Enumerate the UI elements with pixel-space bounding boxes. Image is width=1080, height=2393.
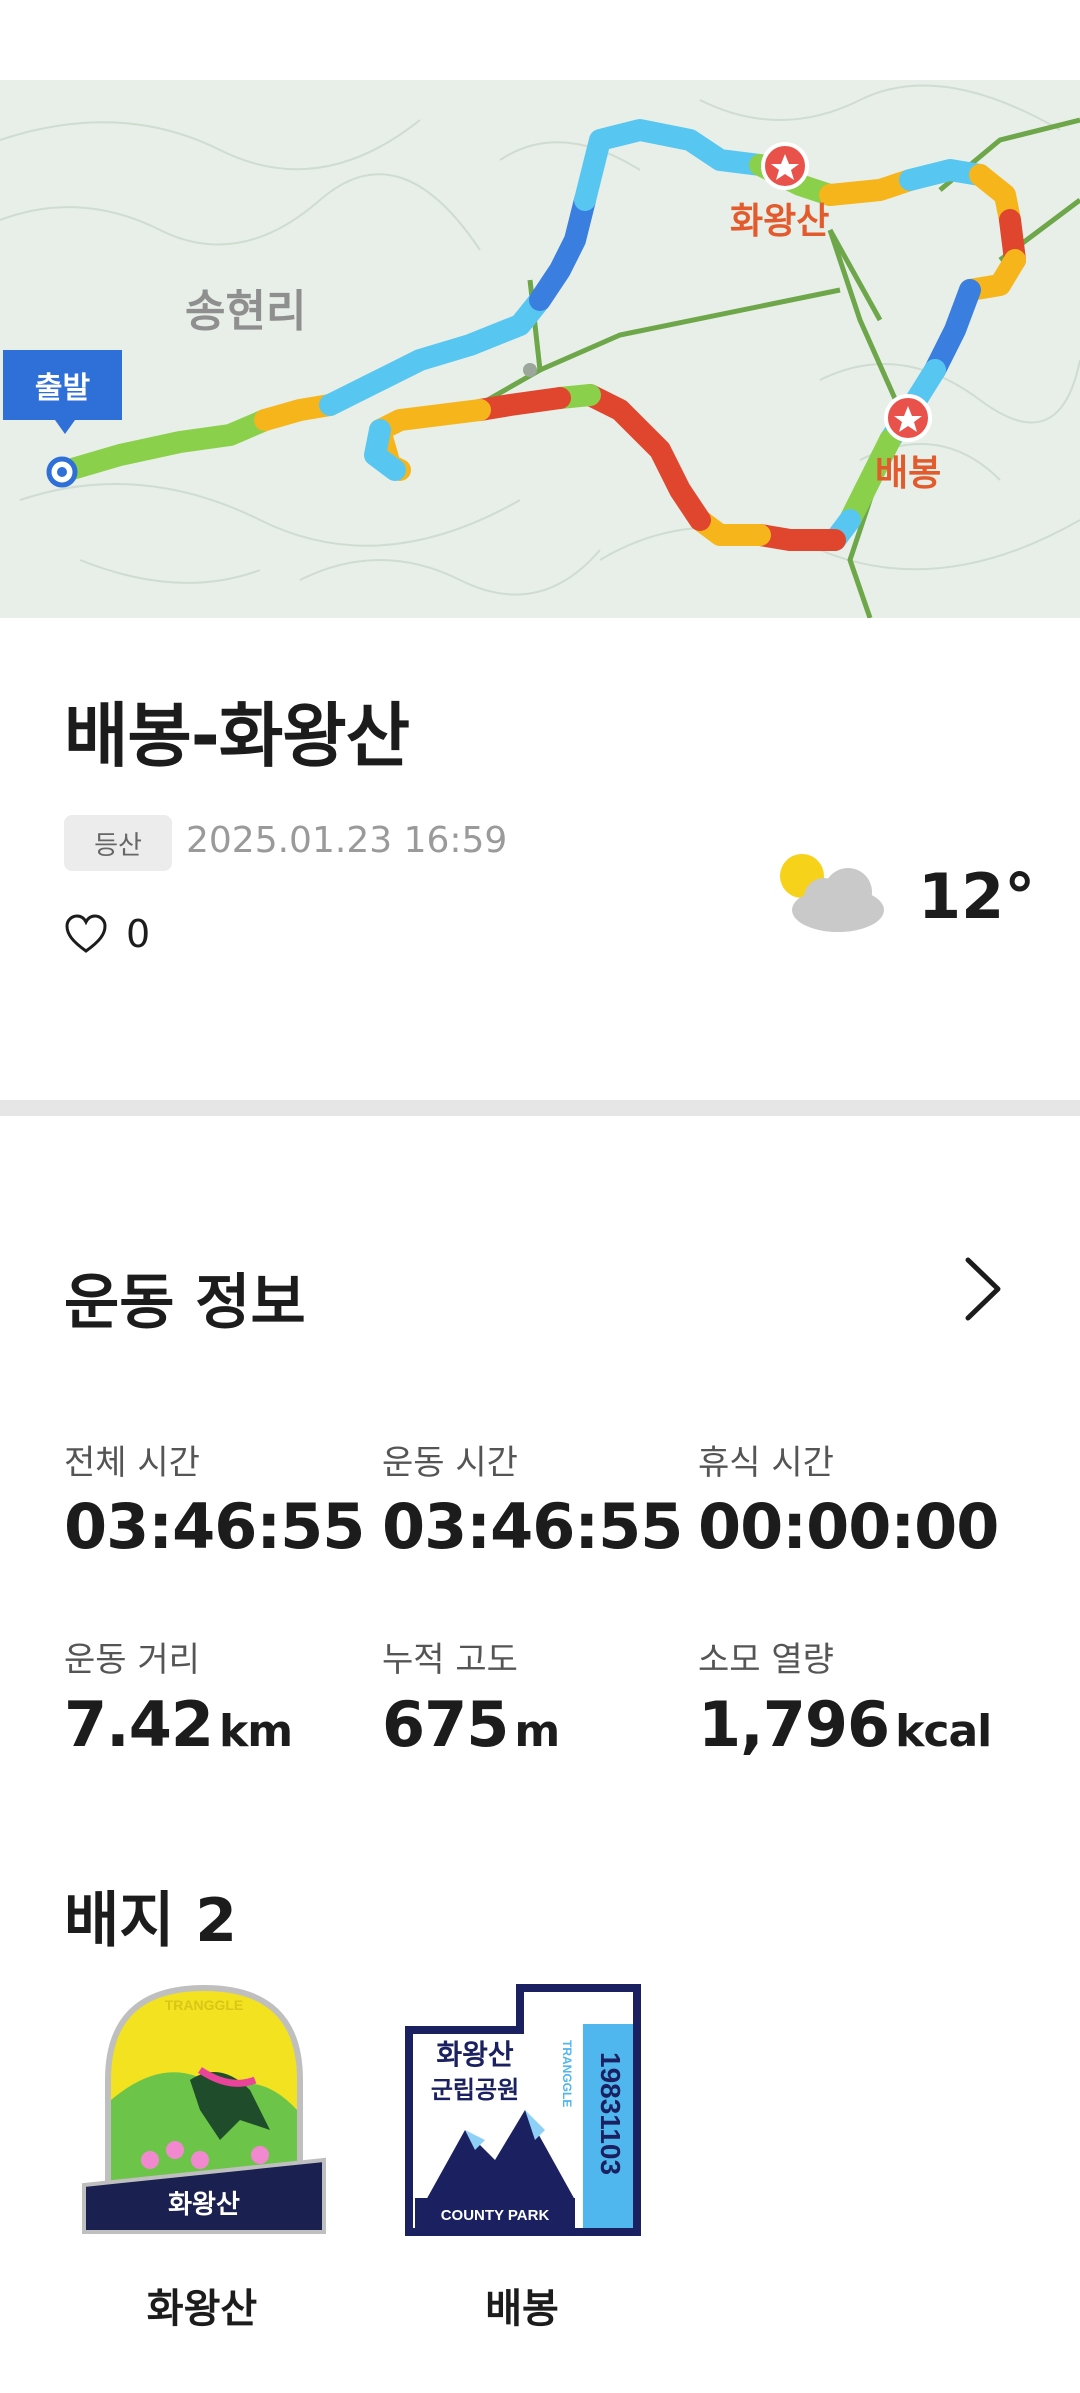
svg-text:군립공원: 군립공원: [431, 2076, 519, 2104]
peak-label-hwawangsan: 화왕산: [730, 201, 830, 242]
badge-name: 배봉: [485, 2286, 559, 2332]
route-map[interactable]: 출발 송현리 화왕산 배봉: [0, 80, 1080, 618]
stat-label: 운동 시간: [382, 1443, 518, 1483]
stat-unit: m: [514, 1706, 560, 1757]
activity-title: 배봉-화왕산: [64, 695, 410, 777]
stat-label: 전체 시간: [64, 1443, 200, 1483]
svg-text:19831103: 19831103: [595, 2052, 626, 2175]
stat-label: 소모 열량: [698, 1640, 834, 1680]
activity-datetime: 2025.01.23 16:59: [186, 820, 508, 861]
badges-title: 배지 2: [64, 1886, 238, 1956]
exercise-info-detail-button[interactable]: [958, 1254, 1008, 1328]
stat-value: 03:46:55: [382, 1490, 683, 1563]
exercise-info-title: 운동 정보: [64, 1268, 306, 1338]
stat-unit: kcal: [895, 1706, 992, 1757]
badge-name: 화왕산: [146, 2286, 258, 2332]
start-marker-label: 출발: [3, 350, 122, 434]
peak-label-baebong: 배봉: [875, 453, 942, 494]
badge-hwawangsan[interactable]: TRANGGLE 화왕산: [80, 1980, 328, 2236]
svg-text:TRANGGLE: TRANGGLE: [560, 2040, 574, 2107]
stat-unit: km: [218, 1706, 293, 1757]
svg-text:COUNTY PARK: COUNTY PARK: [441, 2207, 550, 2224]
partly-cloudy-icon: [776, 850, 886, 934]
stat-value: 7.42 km: [64, 1688, 293, 1761]
section-divider: [0, 1100, 1080, 1116]
stat-label: 누적 고도: [382, 1640, 518, 1680]
stat-value: 675 m: [382, 1688, 560, 1761]
like-count: 0: [126, 912, 151, 956]
stat-value: 1,796 kcal: [698, 1688, 992, 1761]
like-button[interactable]: 0: [64, 912, 150, 956]
stat-label: 운동 거리: [64, 1640, 200, 1680]
stat-value: 00:00:00: [698, 1490, 999, 1563]
badge-baebong[interactable]: 화왕산 군립공원 COUNTY PARK 19831103 TRANGGLE: [405, 1980, 641, 2236]
activity-type-badge: 등산: [64, 815, 172, 871]
place-label: 송현리: [185, 286, 307, 337]
temperature: 12°: [918, 860, 1036, 933]
svg-text:화왕산: 화왕산: [168, 2190, 240, 2220]
heart-icon: [65, 914, 107, 953]
svg-text:화왕산: 화왕산: [436, 2038, 514, 2071]
stat-label: 휴식 시간: [698, 1443, 834, 1483]
svg-text:TRANGGLE: TRANGGLE: [165, 1997, 244, 2013]
chevron-right-icon: [965, 1257, 1001, 1321]
stat-value: 03:46:55: [64, 1490, 365, 1563]
